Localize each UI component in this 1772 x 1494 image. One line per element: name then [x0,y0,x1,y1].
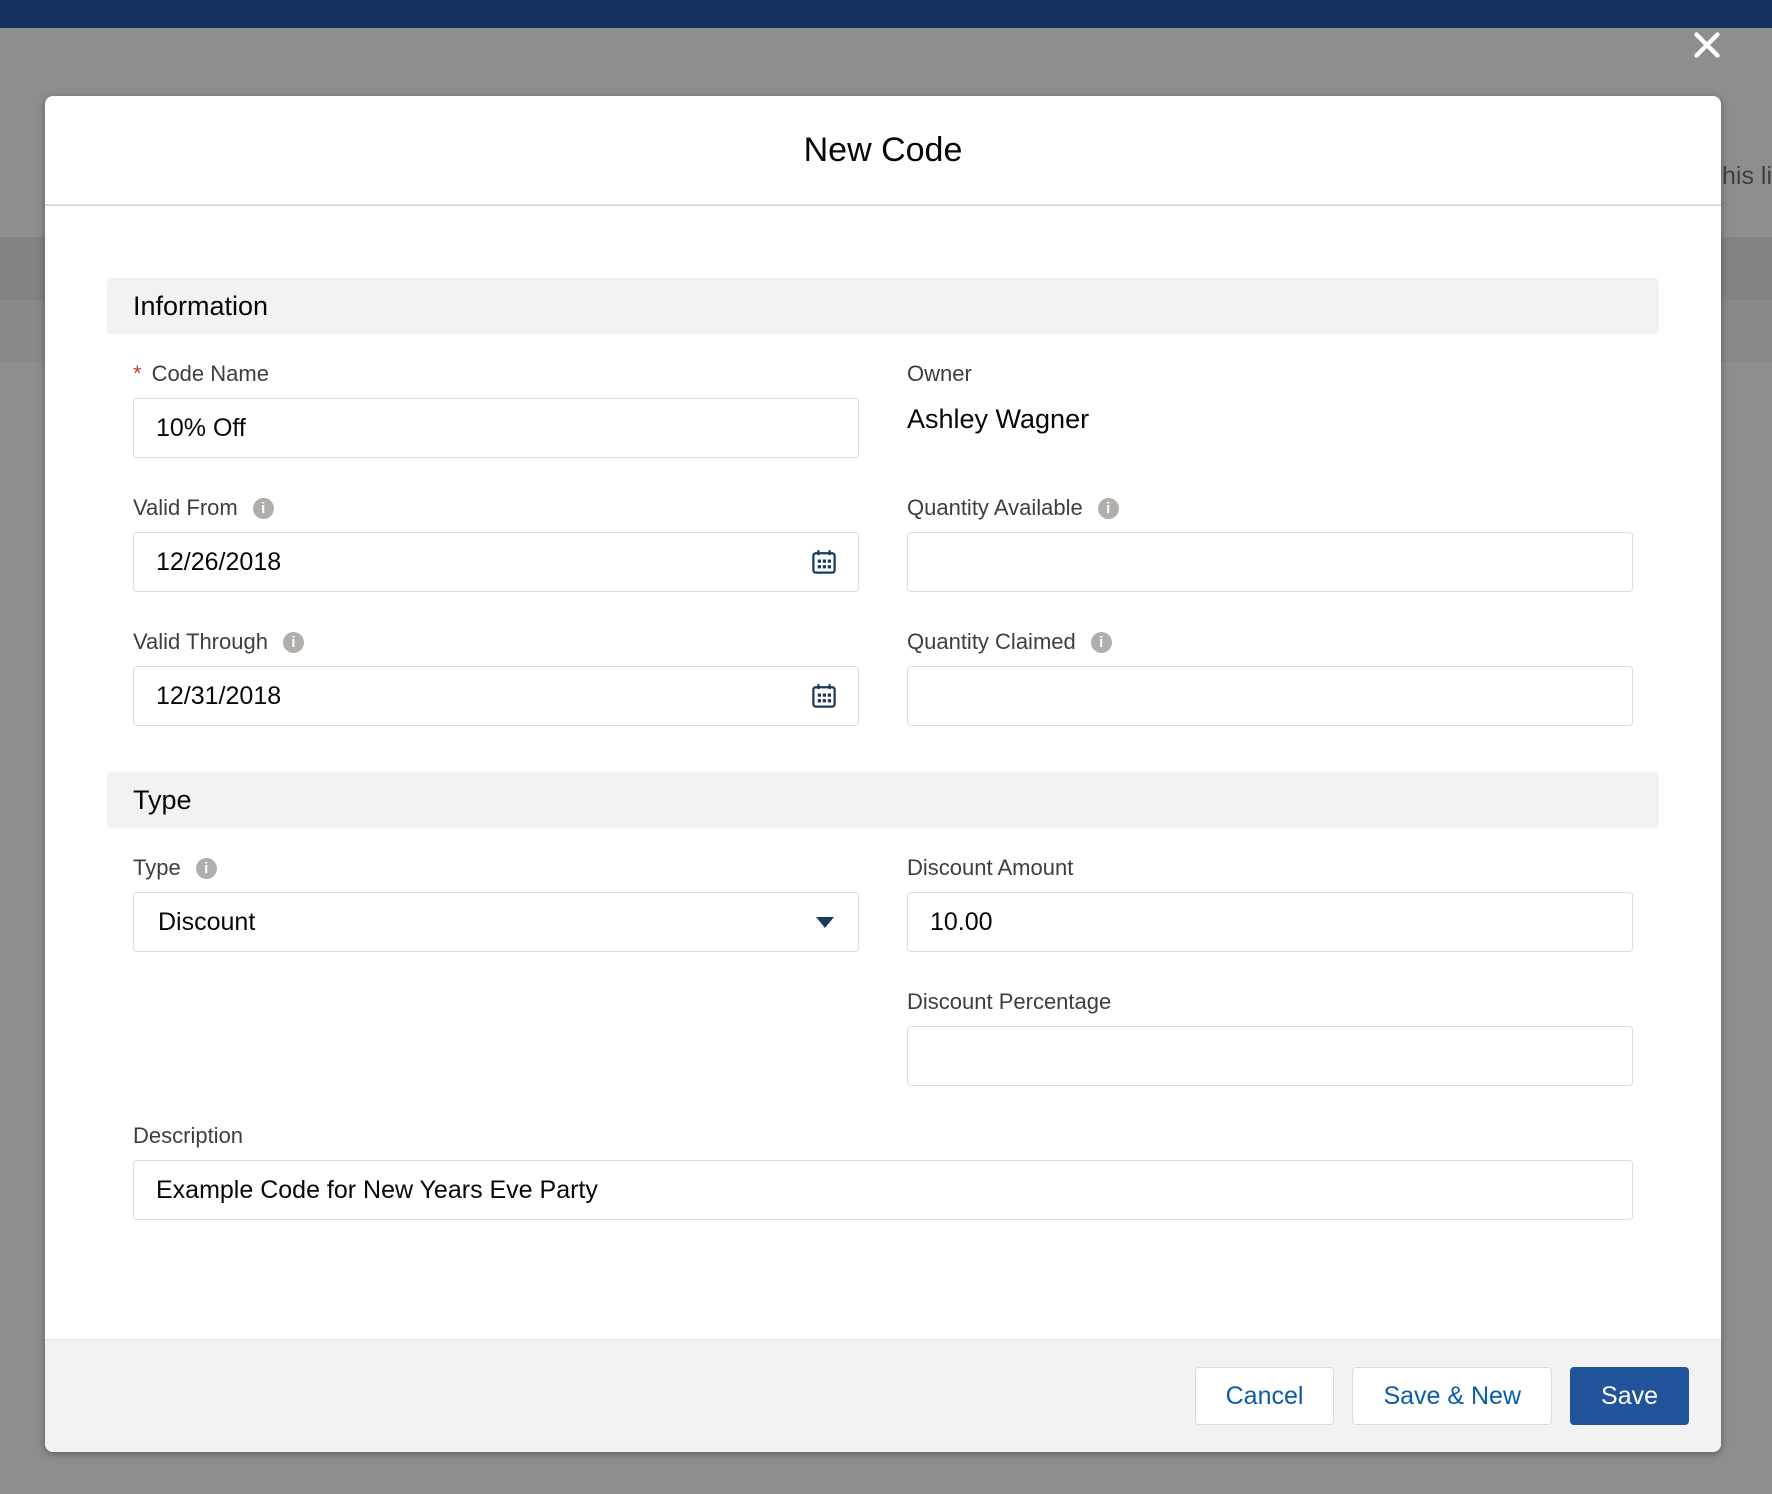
discount-amount-label: Discount Amount [907,855,1074,880]
code-name-label: Code Name [151,361,269,386]
app-header-bar [0,0,1772,28]
field-type: Type i Discount [133,854,859,952]
form-row: Valid Through i 12/31/2018 Quantity Clai… [133,628,1633,726]
field-label-row: Quantity Claimed i [907,628,1633,656]
code-name-input[interactable] [133,398,859,458]
info-icon[interactable]: i [1097,497,1119,519]
modal-body: Information * Code Name Owner [45,206,1721,1339]
quantity-available-input[interactable] [907,532,1633,592]
quantity-available-label: Quantity Available [907,495,1083,520]
field-discount-amount: Discount Amount [907,854,1633,952]
discount-percentage-input[interactable] [907,1026,1633,1086]
info-icon[interactable]: i [1090,631,1112,653]
close-button[interactable] [1686,24,1728,66]
form-row: Description [133,1122,1633,1220]
type-label: Type [133,855,181,880]
owner-label: Owner [907,361,972,386]
field-label-row: * Code Name [133,360,859,388]
field-control [133,398,859,458]
valid-through-label: Valid Through [133,629,268,654]
field-label-row: Owner [907,360,1633,388]
owner-value: Ashley Wagner [907,404,1090,434]
field-label-row: Valid From i [133,494,859,522]
type-fields: Type i Discount Discount Amount 10.00 Di… [107,854,1659,1220]
field-control [907,892,1633,952]
modal-header: New Code [45,96,1721,206]
field-owner: Owner Ashley Wagner [907,360,1633,458]
field-valid-from: Valid From i [133,494,859,592]
type-select-value: Discount [158,907,256,936]
form-row: Valid From i 12/26/2018 Quantity Availab… [133,494,1633,592]
calendar-icon[interactable] [809,547,839,577]
field-description: Description [133,1122,1633,1220]
valid-from-input[interactable] [133,532,859,592]
valid-through-input[interactable] [133,666,859,726]
quantity-claimed-input[interactable] [907,666,1633,726]
description-input[interactable] [133,1160,1633,1220]
close-icon [1694,32,1720,58]
background-clipped-text: his li [1722,162,1772,190]
calendar-icon[interactable] [809,681,839,711]
modal-footer: Cancel Save & New Save [45,1339,1721,1452]
field-label-row: Discount Percentage [907,988,1633,1016]
save-button[interactable]: Save [1570,1367,1689,1425]
field-label-row: Type i [133,854,859,882]
chevron-down-icon [816,916,834,928]
field-control [133,666,859,726]
form-row: Type i Discount Discount Amount [133,854,1633,952]
section-title: Type [133,784,192,815]
info-icon[interactable]: i [252,497,274,519]
modal-title: New Code [803,130,963,169]
field-control [133,532,859,592]
field-code-name: * Code Name [133,360,859,458]
field-label-row: Description [133,1122,1633,1150]
field-quantity-available: Quantity Available i [907,494,1633,592]
field-control: Discount [133,892,859,952]
description-label: Description [133,1123,244,1148]
form-row: * Code Name Owner Ashley Wagner [133,360,1633,458]
form-row: Discount Percentage [133,988,1633,1086]
required-indicator: * [133,361,142,386]
valid-from-label: Valid From [133,495,238,520]
discount-amount-input[interactable] [907,892,1633,952]
field-valid-through: Valid Through i [133,628,859,726]
field-label-row: Discount Amount [907,854,1633,882]
type-select[interactable]: Discount [133,892,859,952]
information-fields: * Code Name Owner Ashley Wagner [107,360,1659,726]
save-and-new-button[interactable]: Save & New [1352,1367,1553,1425]
cancel-button[interactable]: Cancel [1194,1367,1335,1425]
section-header-information: Information [107,278,1659,334]
empty-cell [133,988,859,1086]
info-icon[interactable]: i [195,857,217,879]
field-control [907,666,1633,726]
field-control [907,1026,1633,1086]
field-label-row: Valid Through i [133,628,859,656]
field-label-row: Quantity Available i [907,494,1633,522]
section-header-type: Type [107,772,1659,828]
field-control [907,532,1633,592]
section-title: Information [133,290,269,321]
field-discount-percentage: Discount Percentage [907,988,1633,1086]
field-control [133,1160,1633,1220]
new-code-modal: New Code Information * Code Name 10% Off… [45,96,1721,1452]
field-quantity-claimed: Quantity Claimed i [907,628,1633,726]
quantity-claimed-label: Quantity Claimed [907,629,1076,654]
info-icon[interactable]: i [282,631,304,653]
discount-percentage-label: Discount Percentage [907,989,1112,1014]
